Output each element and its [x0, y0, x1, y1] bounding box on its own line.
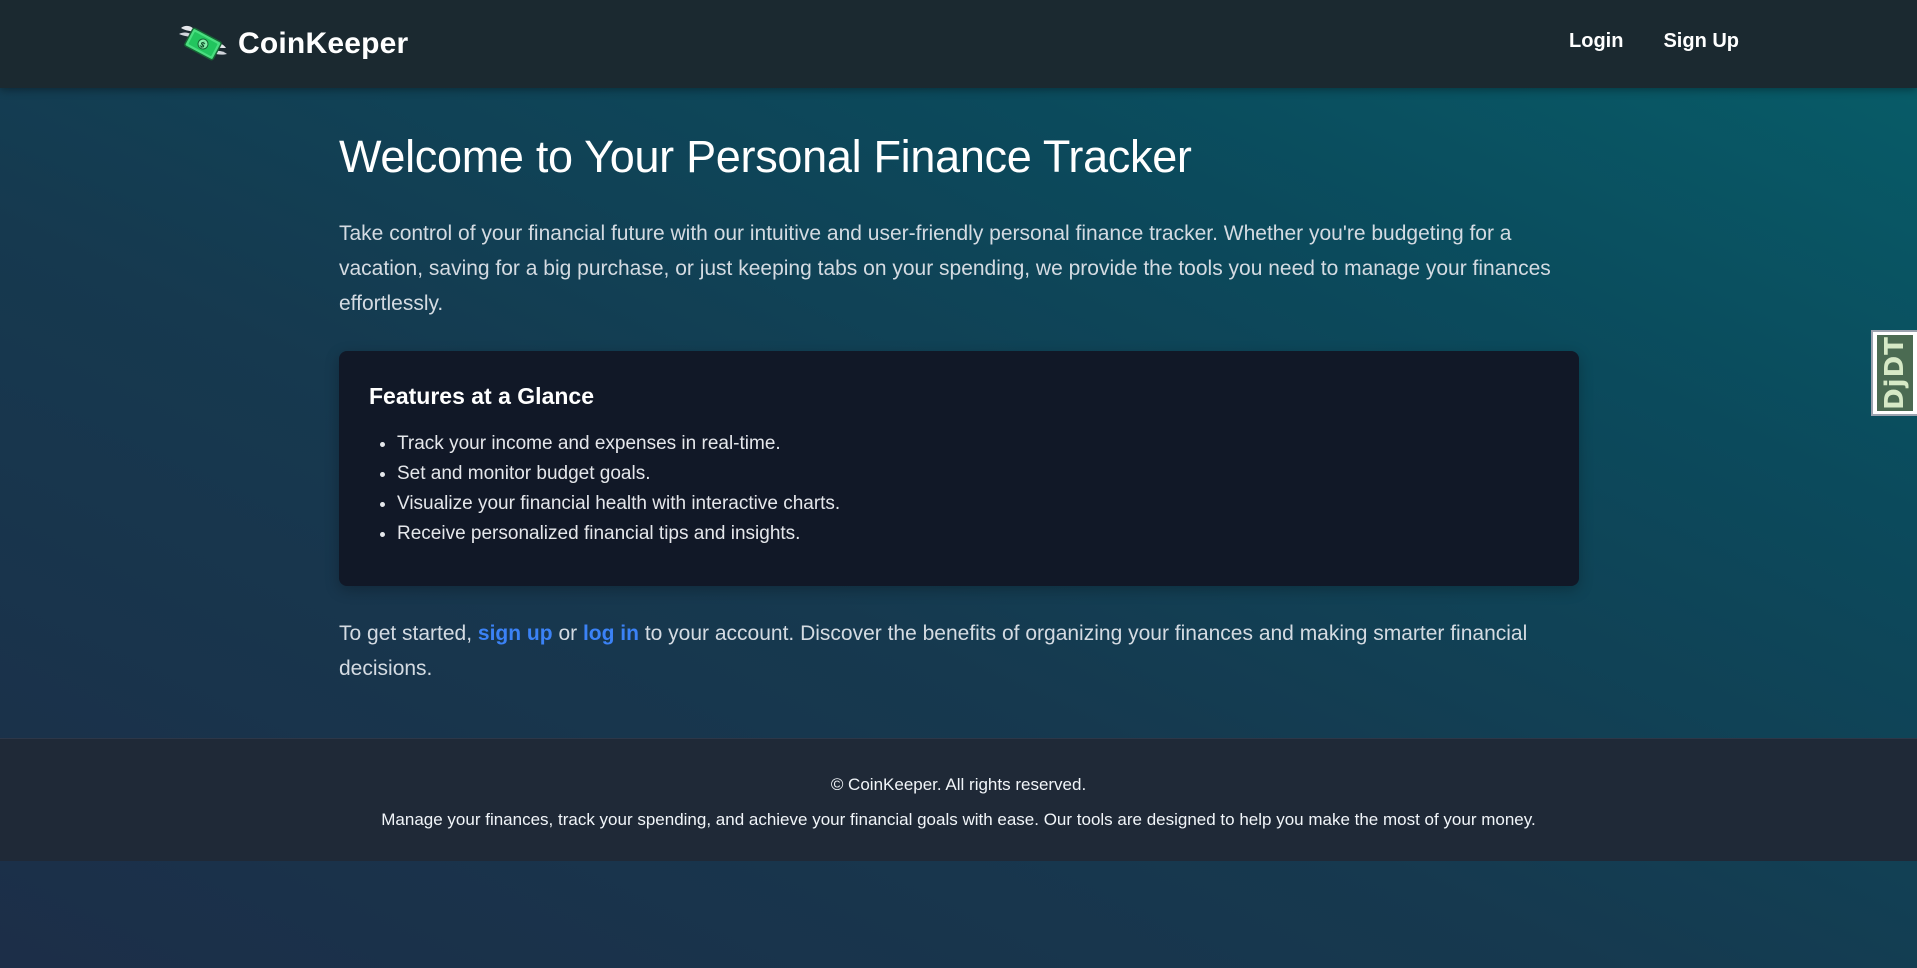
brand-name: CoinKeeper [238, 27, 409, 60]
cta-or: or [558, 622, 578, 645]
features-title: Features at a Glance [369, 383, 594, 409]
intro-paragraph: Take control of your financial future wi… [339, 222, 1551, 315]
footer-tagline: Manage your finances, track your spendin… [381, 810, 1536, 829]
footer-copyright: © CoinKeeper. All rights reserved. [830, 775, 1087, 794]
debug-toolbar-handle[interactable]: DjDT [1871, 330, 1917, 416]
signup-link[interactable]: Sign Up [1663, 30, 1739, 53]
list-item: Set and monitor budget goals. [397, 459, 1549, 489]
list-item: Visualize your financial health with int… [397, 489, 1549, 519]
list-item: Receive personalized financial tips and … [397, 519, 1549, 549]
brand-link[interactable]: $ CoinKeeper [178, 22, 408, 66]
debug-toolbar-handle-inner: DjDT [1877, 335, 1913, 411]
cta-paragraph: To get started, sign up or log in to you… [339, 616, 1579, 686]
money-with-wings-icon: $ [179, 25, 227, 61]
page-title: Welcome to Your Personal Finance Tracker [339, 131, 1192, 182]
features-card: Features at a Glance Track your income a… [339, 351, 1579, 586]
debug-toolbar-label: DjDT [1880, 336, 1910, 410]
login-link[interactable]: Login [1569, 30, 1623, 53]
nav-links: Login Sign Up [1569, 30, 1739, 53]
list-item: Track your income and expenses in real-t… [397, 429, 1549, 459]
login-inline-link[interactable]: log in [583, 622, 639, 645]
signup-inline-link[interactable]: sign up [478, 622, 553, 645]
features-list: Track your income and expenses in real-t… [369, 429, 1549, 549]
cta-prefix: To get started, [339, 622, 473, 645]
navbar: $ CoinKeeper Login Sign Up [0, 0, 1917, 88]
footer: © CoinKeeper. All rights reserved. Manag… [0, 738, 1917, 861]
main-content: Welcome to Your Personal Finance Tracker… [339, 118, 1579, 686]
